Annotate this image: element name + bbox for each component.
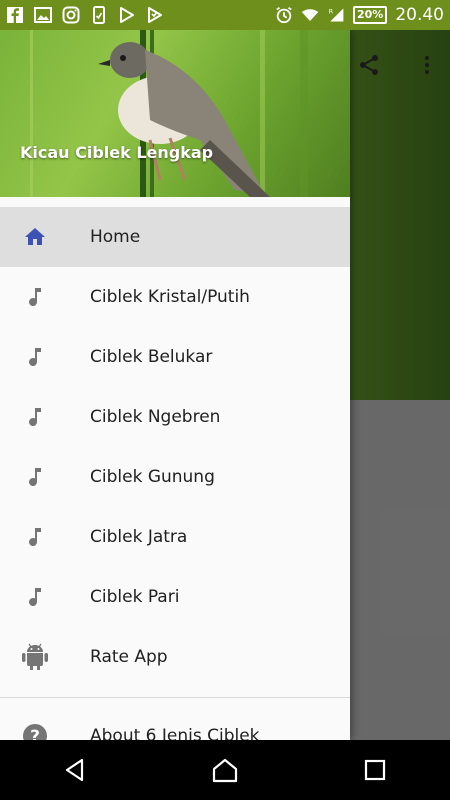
music-note-icon (22, 584, 48, 610)
menu-item-home[interactable]: Home (0, 207, 350, 267)
menu-item-label: Ciblek Ngebren (90, 407, 221, 427)
facebook-icon (6, 6, 24, 24)
music-note-icon (22, 284, 48, 310)
instagram-icon (62, 6, 80, 24)
menu-item-label: Ciblek Jatra (90, 527, 188, 547)
bird-photo (30, 30, 308, 197)
menu-item-ciblek-kristal[interactable]: Ciblek Kristal/Putih (0, 267, 350, 327)
status-bar: R 20% 20.40 (0, 0, 450, 30)
svg-text:R: R (329, 7, 334, 15)
music-note-icon (22, 344, 48, 370)
menu-item-ciblek-gunung[interactable]: Ciblek Gunung (0, 447, 350, 507)
menu-item-rate-app[interactable]: Rate App (0, 627, 350, 687)
menu-item-label: Rate App (90, 647, 168, 667)
menu-divider (0, 697, 350, 698)
image-icon (34, 6, 52, 24)
menu-item-label: Ciblek Kristal/Putih (90, 287, 250, 307)
drawer-header: Kicau Ciblek Lengkap (0, 30, 350, 197)
menu-item-ciblek-pari[interactable]: Ciblek Pari (0, 567, 350, 627)
navigation-drawer: Kicau Ciblek Lengkap Home Ciblek Kristal… (0, 30, 350, 740)
battery-icon: 20% (352, 6, 388, 24)
wifi-icon (301, 6, 319, 24)
menu-item-label: Home (90, 227, 141, 247)
clock: 20.40 (395, 5, 444, 25)
system-nav-bar (0, 740, 450, 800)
help-icon: ? (22, 723, 48, 740)
more-vert-icon[interactable] (414, 52, 440, 78)
android-icon (22, 643, 48, 670)
music-note-icon (22, 464, 48, 490)
menu-item-about[interactable]: ? About 6 Jenis Ciblek (0, 706, 350, 740)
menu-item-label: Ciblek Gunung (90, 467, 215, 487)
drawer-menu: Home Ciblek Kristal/Putih Ciblek Belukar… (0, 207, 350, 740)
back-icon[interactable] (55, 750, 95, 790)
download-icon (146, 6, 164, 24)
share-icon[interactable] (356, 52, 382, 78)
svg-text:?: ? (30, 727, 40, 740)
menu-item-label: About 6 Jenis Ciblek (90, 726, 260, 740)
home-nav-icon[interactable] (205, 750, 245, 790)
app-bar-actions (356, 52, 440, 78)
roaming-signal-icon: R (327, 6, 345, 24)
menu-item-label: Ciblek Belukar (90, 347, 213, 367)
alarm-icon (275, 6, 293, 24)
menu-item-ciblek-ngebren[interactable]: Ciblek Ngebren (0, 387, 350, 447)
drawer-title: Kicau Ciblek Lengkap (20, 143, 214, 162)
music-note-icon (22, 404, 48, 430)
menu-item-ciblek-belukar[interactable]: Ciblek Belukar (0, 327, 350, 387)
home-icon (22, 224, 48, 250)
recents-icon[interactable] (355, 750, 395, 790)
play-store-icon (118, 6, 136, 24)
phone-icon (90, 6, 108, 24)
music-note-icon (22, 524, 48, 550)
menu-item-ciblek-jatra[interactable]: Ciblek Jatra (0, 507, 350, 567)
menu-item-label: Ciblek Pari (90, 587, 180, 607)
